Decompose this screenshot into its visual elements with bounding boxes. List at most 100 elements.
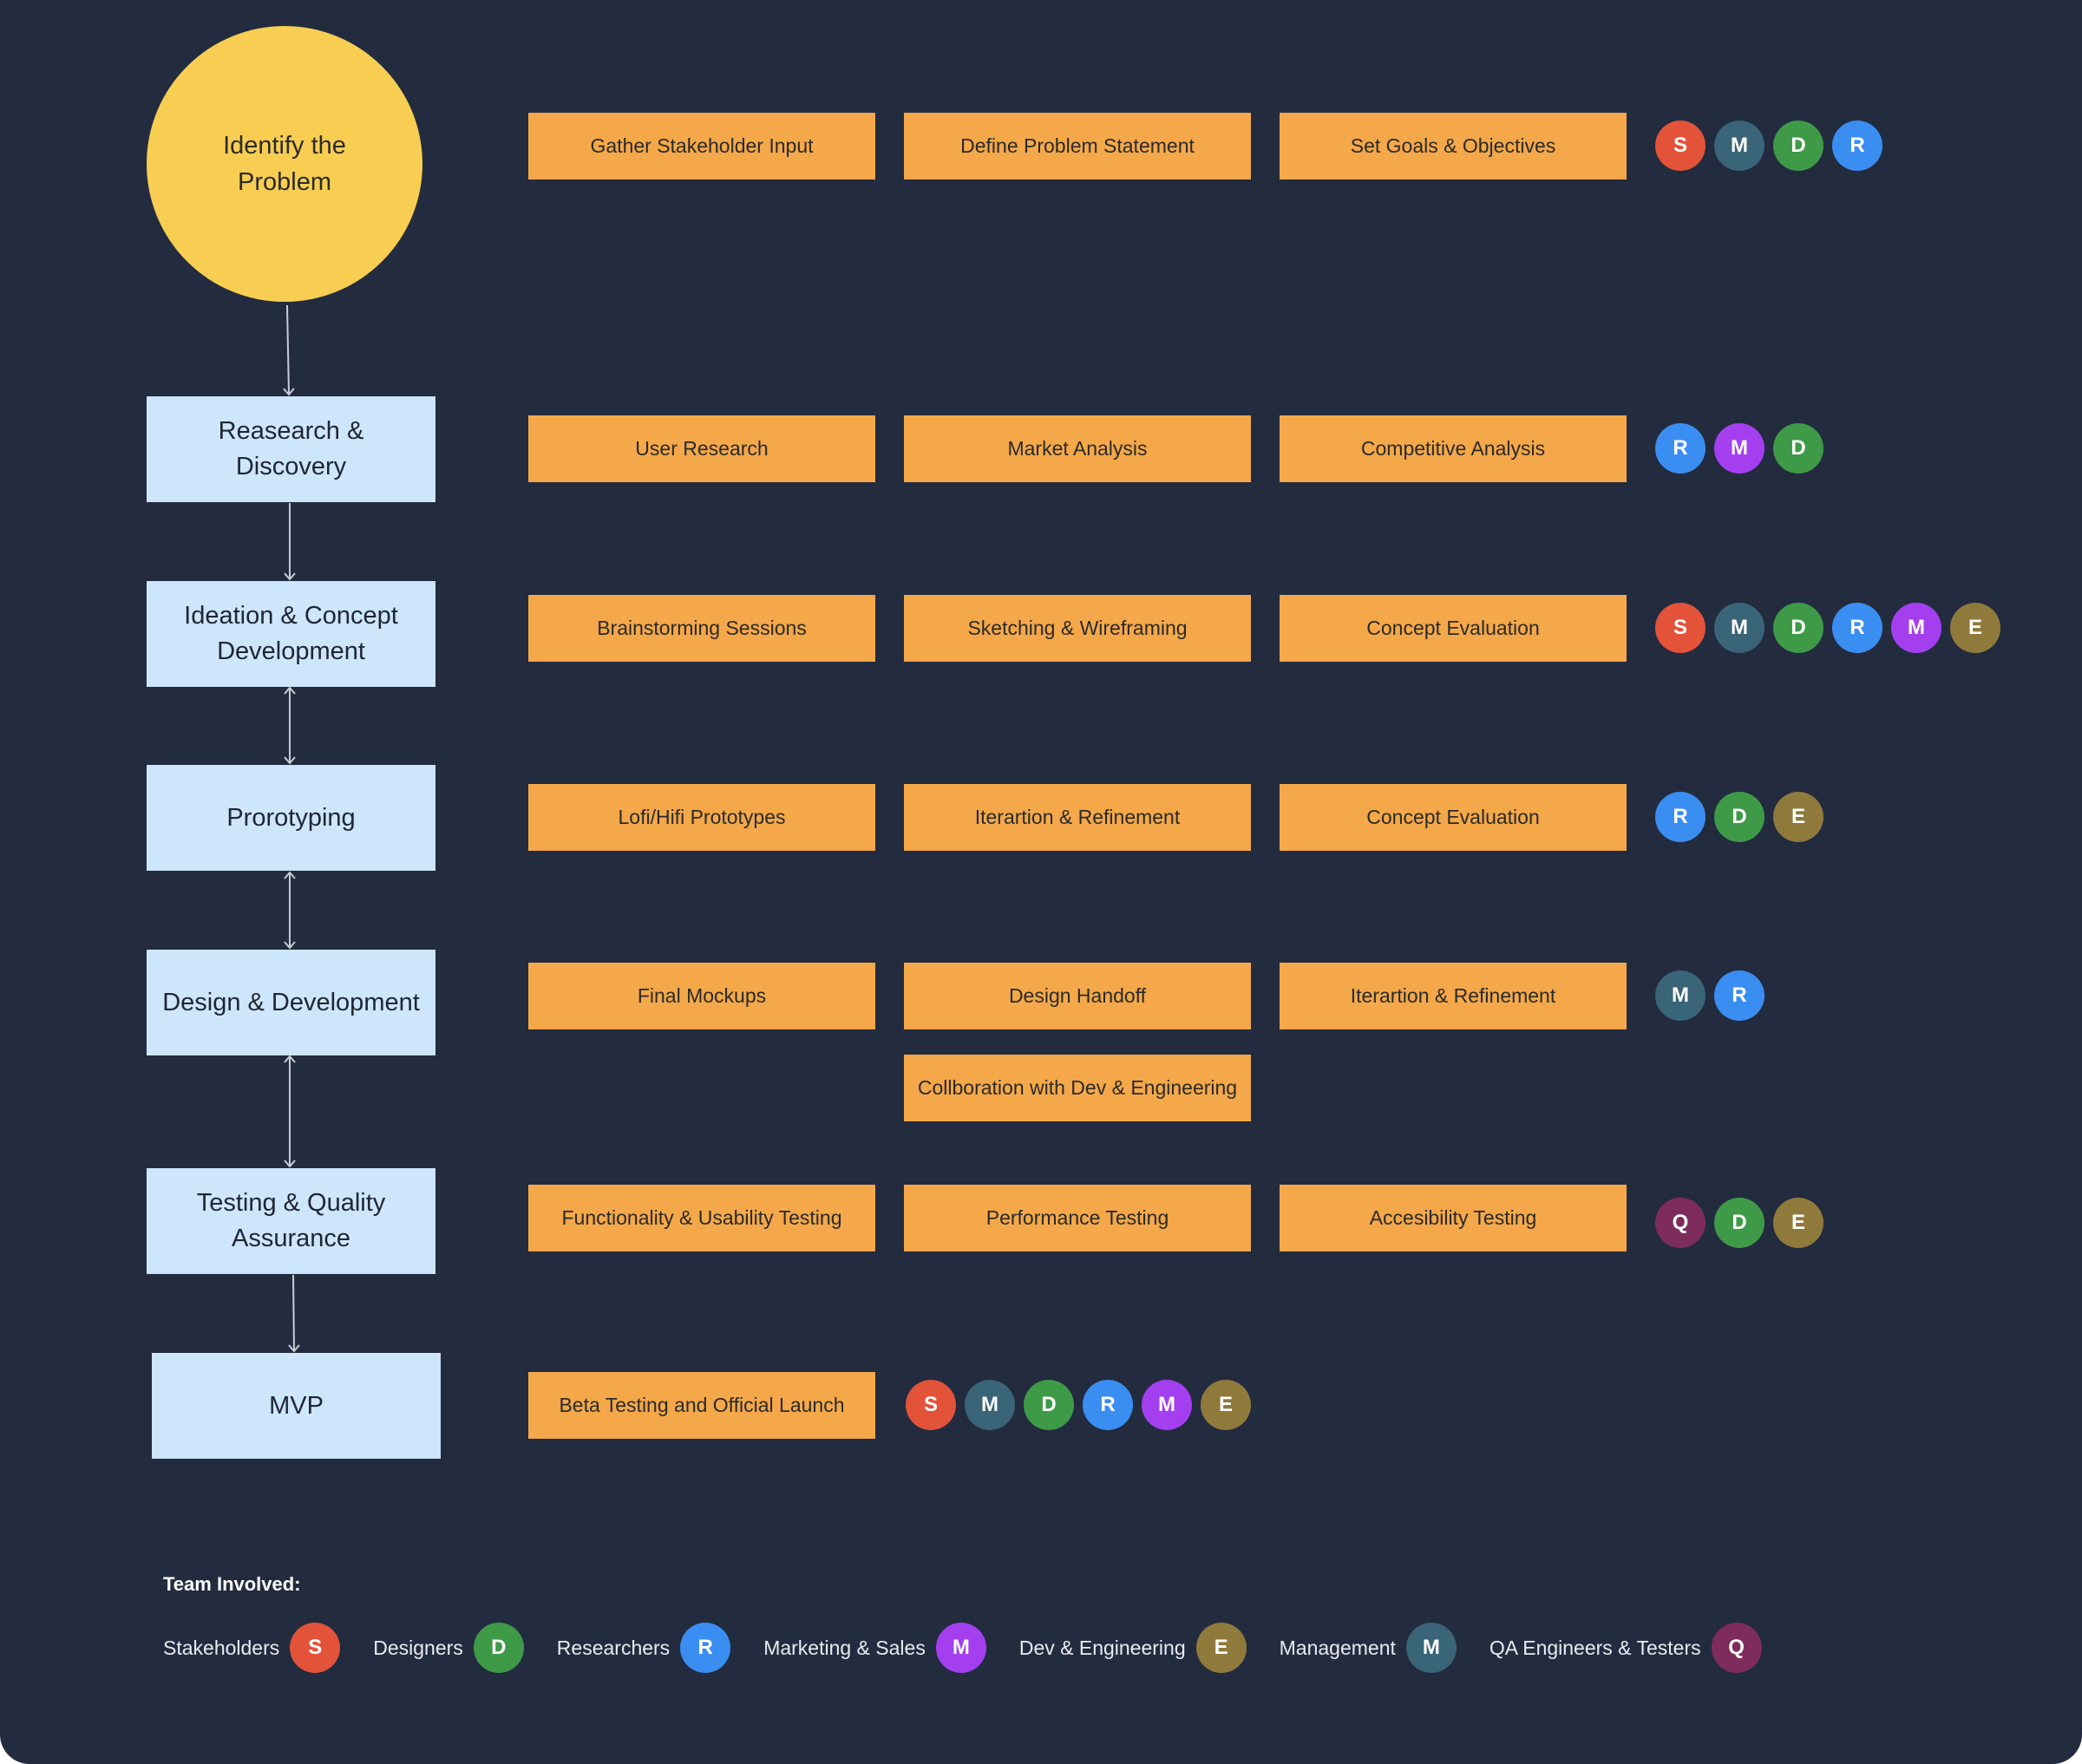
task-card[interactable]: Concept Evaluation xyxy=(1280,784,1627,851)
stage-identify-problem[interactable]: Identify the Problem xyxy=(147,26,422,302)
task-card[interactable]: Set Goals & Objectives xyxy=(1280,113,1627,180)
task-card[interactable]: Gather Stakeholder Input xyxy=(528,113,875,180)
team-avatar: R xyxy=(1832,603,1882,653)
task-card[interactable]: Design Handoff xyxy=(904,963,1251,1029)
team-avatar: D xyxy=(1024,1380,1074,1430)
task-label: Set Goals & Objectives xyxy=(1350,134,1556,157)
task-card[interactable]: Sketching & Wireframing xyxy=(904,595,1251,662)
team-avatar: M xyxy=(1655,970,1706,1021)
task-label: Define Problem Statement xyxy=(960,134,1195,157)
task-label: Performance Testing xyxy=(985,1206,1169,1229)
stage-design-development[interactable]: Design & Development xyxy=(147,950,435,1055)
team-avatar: E xyxy=(1201,1380,1251,1430)
legend-label: Dev & Engineering xyxy=(1018,1636,1186,1659)
team-avatar: M xyxy=(935,1623,986,1673)
team-avatar: S xyxy=(1655,121,1706,171)
stage-title: Prorotyping xyxy=(226,803,356,832)
team-avatar: S xyxy=(290,1623,341,1673)
task-label: Sketching & Wireframing xyxy=(967,617,1188,639)
team-avatar: E xyxy=(1773,792,1823,842)
team-avatar: Q xyxy=(1655,1198,1706,1248)
team-avatars: RMD xyxy=(1655,423,1823,474)
stage-title: MVP xyxy=(269,1391,324,1420)
task-card[interactable]: Accesibility Testing xyxy=(1280,1185,1627,1251)
task-label: Market Analysis xyxy=(1007,437,1148,460)
task-card[interactable]: Competitive Analysis xyxy=(1280,415,1627,482)
legend-item: QA Engineers & Testers Q xyxy=(1489,1623,1762,1673)
stage-title: Ideation & Concept Development xyxy=(184,602,398,665)
team-avatar: R xyxy=(1083,1380,1133,1430)
team-avatar: D xyxy=(1714,792,1764,842)
task-card[interactable]: Define Problem Statement xyxy=(904,113,1251,180)
task-label: Concept Evaluation xyxy=(1366,617,1540,639)
task-card[interactable]: Lofi/Hifi Prototypes xyxy=(528,784,875,851)
task-card[interactable]: Market Analysis xyxy=(904,415,1251,482)
team-legend: Stakeholders S Designers D Researchers R Marke… xyxy=(163,1622,1795,1674)
team-avatar: D xyxy=(1773,603,1823,653)
team-avatar: S xyxy=(1655,603,1706,653)
task-label: Beta Testing and Official Launch xyxy=(559,1394,845,1416)
team-avatar: M xyxy=(1891,603,1941,653)
task-card[interactable]: User Research xyxy=(528,415,875,482)
stage-testing-qa[interactable]: Testing & Quality Assurance xyxy=(147,1168,435,1274)
stage-research-discovery[interactable]: Reasearch & Discovery xyxy=(147,396,435,502)
legend-item: Dev & Engineering E xyxy=(1019,1623,1247,1673)
connector-6 xyxy=(288,1274,300,1353)
team-avatar: M xyxy=(965,1380,1015,1430)
task-card[interactable]: Brainstorming Sessions xyxy=(528,595,875,662)
team-avatar: E xyxy=(1773,1198,1823,1248)
team-avatar: R xyxy=(1832,121,1882,171)
task-card[interactable]: Iterartion & Refinement xyxy=(1280,963,1627,1029)
diagram-canvas: Identify the Problem Reasearch & Discove… xyxy=(0,0,2082,1764)
task-label: Gather Stakeholder Input xyxy=(590,134,814,157)
task-card[interactable]: Final Mockups xyxy=(528,963,875,1029)
legend-title: Team Involved: xyxy=(163,1573,301,1595)
team-avatar: D xyxy=(473,1623,524,1673)
legend-label: Stakeholders xyxy=(163,1636,280,1659)
team-avatar: R xyxy=(680,1623,731,1673)
legend-label: Marketing & Sales xyxy=(763,1636,926,1659)
task-label: Brainstorming Sessions xyxy=(597,617,807,639)
team-avatar: D xyxy=(1773,121,1823,171)
connector-1 xyxy=(283,304,295,396)
legend-item: Management M xyxy=(1280,1623,1457,1673)
task-label: Lofi/Hifi Prototypes xyxy=(618,806,786,828)
legend-item: Designers D xyxy=(373,1623,524,1673)
team-avatars: MR xyxy=(1655,970,1764,1021)
legend-label: QA Engineers & Testers xyxy=(1489,1636,1701,1659)
legend-item: Marketing & Sales M xyxy=(763,1623,986,1673)
task-card[interactable]: Functionality & Usability Testing xyxy=(528,1185,875,1251)
task-card[interactable]: Concept Evaluation xyxy=(1280,595,1627,662)
stage-ideation-concept[interactable]: Ideation & Concept Development xyxy=(147,581,435,687)
legend-item: Researchers R xyxy=(557,1623,731,1673)
team-avatar: R xyxy=(1714,970,1764,1021)
team-avatar: D xyxy=(1773,423,1823,474)
stage-title: Reasearch & Discovery xyxy=(218,417,364,480)
task-label: Functionality & Usability Testing xyxy=(561,1206,842,1229)
task-label: Competitive Analysis xyxy=(1360,437,1546,460)
team-avatar: M xyxy=(1714,121,1764,171)
team-avatar: E xyxy=(1195,1623,1247,1673)
stage-mvp[interactable]: MVP xyxy=(152,1353,441,1459)
team-avatar: S xyxy=(906,1380,956,1430)
team-avatars: RDE xyxy=(1655,792,1823,842)
team-avatar: R xyxy=(1655,423,1706,474)
task-card[interactable]: Iterartion & Refinement xyxy=(904,784,1251,851)
legend-label: Designers xyxy=(373,1636,463,1659)
legend-item: Stakeholders S xyxy=(163,1623,341,1673)
team-avatar: M xyxy=(1405,1623,1457,1673)
task-card[interactable]: Beta Testing and Official Launch xyxy=(528,1372,875,1439)
team-avatar: D xyxy=(1714,1198,1764,1248)
team-avatar: R xyxy=(1655,792,1706,842)
task-label: Accesibility Testing xyxy=(1369,1206,1537,1229)
task-label: Concept Evaluation xyxy=(1366,806,1540,828)
team-avatars: SMDRME xyxy=(906,1380,1251,1430)
task-label: Iterartion & Refinement xyxy=(1350,984,1556,1007)
stage-prototyping[interactable]: Prorotyping xyxy=(147,765,435,871)
team-avatar: M xyxy=(1142,1380,1192,1430)
stage-title: Testing & Quality Assurance xyxy=(196,1189,386,1252)
task-card[interactable]: Collboration with Dev & Engineering xyxy=(904,1055,1251,1121)
task-card[interactable]: Performance Testing xyxy=(904,1185,1251,1251)
team-avatar: M xyxy=(1714,423,1764,474)
team-avatars: SMDR xyxy=(1655,121,1882,171)
